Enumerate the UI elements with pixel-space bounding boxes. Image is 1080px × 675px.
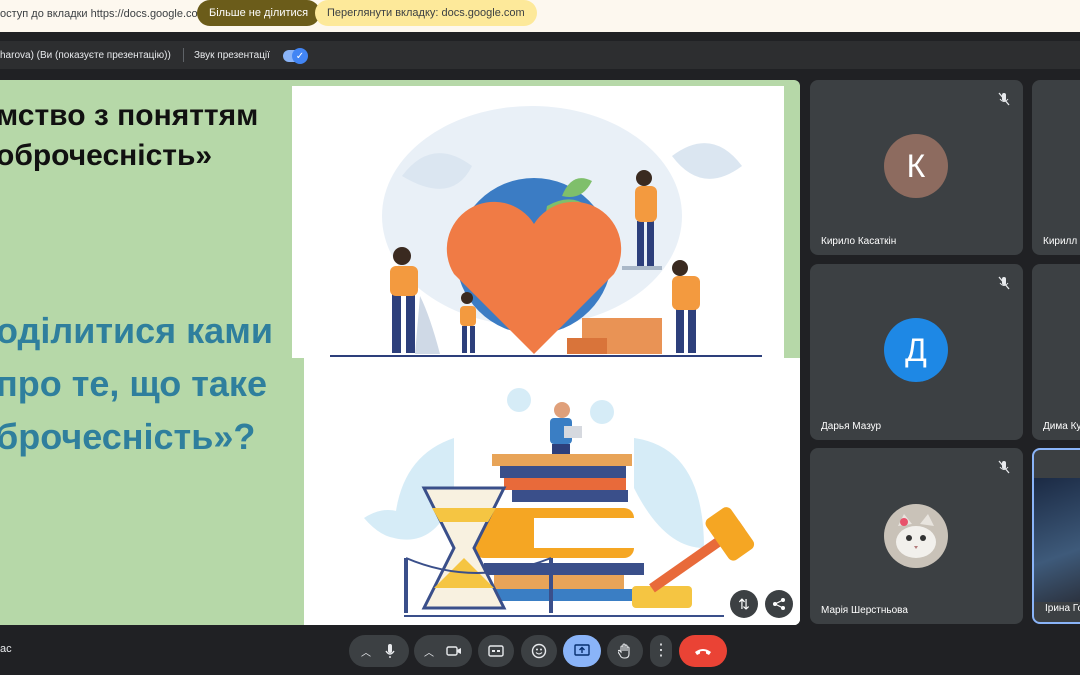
- check-icon: ✓: [292, 48, 308, 64]
- slide-swap-button[interactable]: ⇅: [730, 590, 758, 618]
- swap-arrows-icon: ⇅: [738, 595, 750, 612]
- divider: [183, 48, 184, 62]
- participant-name: Ірина Го: [1045, 603, 1080, 614]
- presentation-sound-toggle[interactable]: ✓: [283, 48, 308, 64]
- presenter-label: harova) (Ви (показуєте презентацію)): [0, 50, 171, 61]
- books-gavel-illustration: [304, 358, 800, 625]
- hang-up-icon: [695, 649, 711, 655]
- present-screen-icon: [574, 644, 590, 656]
- mic-off-icon: [998, 92, 1010, 106]
- participant-tile[interactable]: Д Дарья Мазур: [810, 264, 1023, 440]
- participant-name: Марія Шерстньова: [821, 605, 908, 616]
- volunteers-globe-illustration: [292, 86, 784, 358]
- chevron-up-icon[interactable]: ︿: [361, 644, 371, 659]
- presentation-sound-label: Звук презентації: [194, 50, 270, 61]
- participant-name: Кирило Касаткін: [821, 236, 897, 247]
- participant-tile[interactable]: Дима Ку: [1032, 264, 1080, 440]
- share-banner: оступ до вкладки https://docs.google.com…: [0, 0, 1080, 32]
- emoji-icon: [531, 643, 547, 659]
- participant-tile[interactable]: Кирилл: [1032, 80, 1080, 255]
- avatar: К: [884, 134, 948, 198]
- participant-tile[interactable]: Марія Шерстньова: [810, 448, 1023, 624]
- raise-hand-button[interactable]: [607, 635, 643, 667]
- video-feed: [1034, 478, 1080, 602]
- hand-icon: [618, 643, 630, 659]
- share-banner-text: оступ до вкладки https://docs.google.com: [0, 8, 207, 20]
- camera-icon: [446, 646, 461, 656]
- cat-avatar: [884, 504, 948, 568]
- mic-off-icon: [998, 460, 1010, 474]
- participant-tile-active[interactable]: Ірина Го: [1032, 448, 1080, 624]
- view-tab-button[interactable]: Переглянути вкладку: docs.google.com: [315, 0, 537, 26]
- microphone-control[interactable]: ︿: [349, 635, 409, 667]
- participant-name: Кирилл: [1043, 236, 1078, 247]
- microphone-icon: [385, 644, 395, 658]
- present-button[interactable]: [563, 635, 601, 667]
- camera-control[interactable]: ︿: [414, 635, 472, 667]
- slide-share-button[interactable]: [765, 590, 793, 618]
- participant-name: Дима Ку: [1043, 421, 1080, 432]
- participant-name: Дарья Мазур: [821, 421, 882, 432]
- more-vert-icon: ⋮: [653, 642, 669, 659]
- leave-call-button[interactable]: [679, 635, 727, 667]
- more-options-button[interactable]: ⋮: [650, 635, 672, 667]
- share-icon: [773, 598, 785, 610]
- shared-slide: мство з поняттям оброчесність» оділитися…: [0, 80, 800, 625]
- presentation-bar: harova) (Ви (показуєте презентацію)) Зву…: [0, 41, 1080, 69]
- reactions-button[interactable]: [521, 635, 557, 667]
- chevron-up-icon[interactable]: ︿: [424, 644, 434, 659]
- slide-question: оділитися ками про те, що таке брочесніс…: [0, 310, 273, 457]
- participant-tile[interactable]: К Кирило Касаткін: [810, 80, 1023, 255]
- mic-off-icon: [998, 276, 1010, 290]
- stop-sharing-button[interactable]: Більше не ділитися: [197, 0, 321, 26]
- slide-title: мство з поняттям оброчесність»: [0, 99, 259, 172]
- control-bar: ас ︿ ︿ ⋮: [0, 625, 1080, 675]
- avatar: Д: [884, 318, 948, 382]
- meeting-code: ас: [0, 643, 12, 655]
- captions-button[interactable]: [478, 635, 514, 667]
- captions-icon: [488, 645, 504, 657]
